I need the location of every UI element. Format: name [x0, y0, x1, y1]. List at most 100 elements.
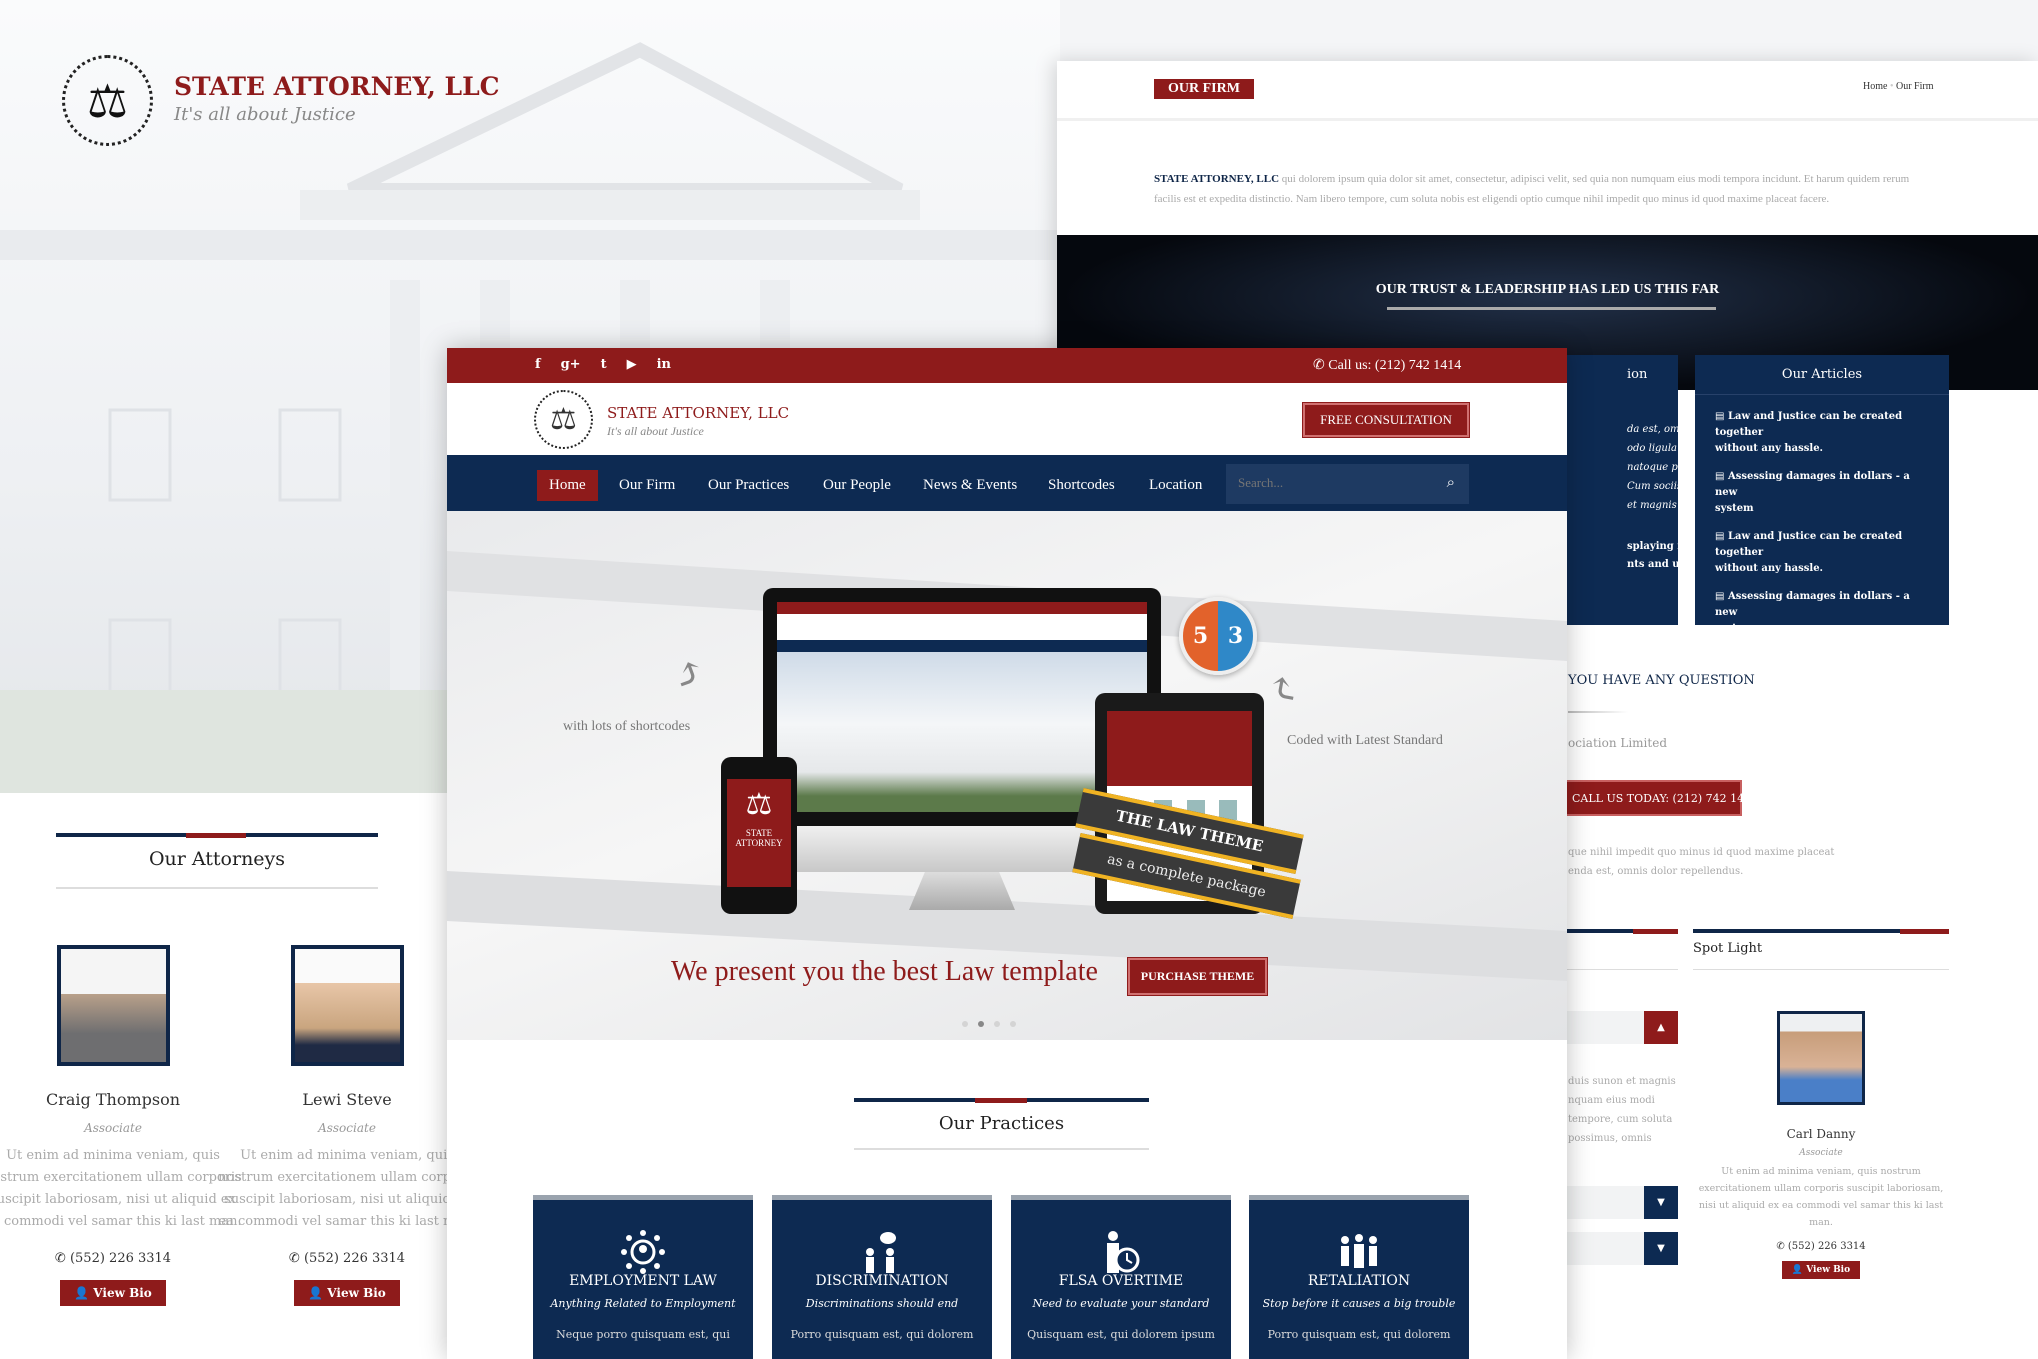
scales-of-justice-icon: ⚖ — [745, 788, 773, 821]
youtube-icon[interactable]: ▶ — [627, 357, 637, 372]
practice-title: EMPLOYMENT LAW — [569, 1273, 717, 1289]
group-people-icon — [1341, 1234, 1377, 1268]
attorney-photo — [56, 945, 170, 1066]
purchase-theme-button[interactable]: PURCHASE THEME — [1127, 957, 1268, 996]
google-plus-icon[interactable]: g+ — [561, 357, 581, 372]
slider-dot[interactable] — [962, 1021, 968, 1027]
intro-paragraph: STATE ATTORNEY, LLC qui dolorem ipsum qu… — [1154, 173, 1910, 205]
nav-our-practices[interactable]: Our Practices — [696, 470, 801, 501]
accordion-content: duis sunon et magnis nquam eius modi tempo… — [1568, 1076, 1676, 1144]
shortcodes-caption: with lots of shortcodes — [563, 719, 691, 734]
attorney-role: Associate — [318, 1121, 376, 1135]
mission-card-title: ion — [1627, 367, 1648, 382]
phone-mockup: ⚖ STATE ATTORNEY — [721, 757, 797, 914]
nav-our-firm[interactable]: Our Firm — [607, 470, 687, 501]
person-clock-icon — [1107, 1231, 1140, 1273]
hero-headline: We present you the best Law template — [671, 956, 1098, 987]
linkedin-icon[interactable]: in — [657, 357, 671, 372]
practice-body: Porro quisquam est, qui dolorem — [1267, 1328, 1451, 1341]
widget-title-divider — [1693, 969, 1949, 970]
document-icon: ▤ — [1715, 411, 1728, 422]
section-divider — [854, 1098, 1149, 1103]
caret-up-icon[interactable]: ▲ — [1644, 1011, 1678, 1044]
breadcrumb-current: Our Firm — [1895, 81, 1934, 92]
article-link[interactable]: ▤ Assessing damages in dollars - a new sy… — [1715, 469, 1929, 517]
attorney-bio: Ut enim ad minima veniam, quis nostrum ex… — [218, 1148, 447, 1229]
page-title-badge: OUR FIRM — [1154, 79, 1254, 99]
search-box[interactable]: ⌕ — [1226, 464, 1469, 504]
practice-subtitle: Stop before it causes a big trouble — [1262, 1297, 1456, 1310]
attorney-photo — [290, 945, 404, 1066]
slider-dot[interactable] — [978, 1021, 984, 1027]
scales-of-justice-icon: ⚖ — [62, 55, 153, 146]
header-divider — [1057, 118, 2038, 121]
practice-card-retaliation[interactable]: RETALIATION Stop before it causes a big … — [1249, 1195, 1469, 1359]
attorney-card: Lewi Steve Associate Ut enim ad minima v… — [207, 945, 447, 1306]
question-title: YOU HAVE ANY QUESTION — [1568, 673, 1755, 688]
articles-card: Our Articles ▤ Law and Justice can be cr… — [1695, 355, 1949, 634]
view-bio-button[interactable]: 👤 View Bio — [1781, 1261, 1861, 1279]
main-nav: Home Our Firm Our Practices Our People N… — [447, 455, 1567, 511]
attorney-name: Lewi Steve — [302, 1090, 392, 1109]
spotlight-photo — [1777, 1011, 1865, 1105]
caret-down-icon[interactable]: ▼ — [1644, 1186, 1678, 1219]
search-input[interactable] — [1226, 464, 1426, 502]
practice-card-discrimination[interactable]: DISCRIMINATION Discriminations should en… — [772, 1195, 992, 1359]
brand-tagline: It's all about Justice — [607, 424, 704, 438]
section-divider-dots — [854, 1148, 1149, 1150]
standards-caption: Coded with Latest Standard — [1287, 733, 1443, 748]
nav-home[interactable]: Home — [537, 470, 598, 501]
slider-dot[interactable] — [994, 1021, 1000, 1027]
article-link[interactable]: ▤ Law and Justice can be created togethe… — [1715, 529, 1929, 577]
scales-of-justice-icon: ⚖ — [534, 390, 593, 449]
phone-screen-text: STATE — [745, 828, 773, 838]
article-link[interactable]: ▤ Law and Justice can be created togethe… — [1715, 409, 1929, 457]
practice-title: FLSA OVERTIME — [1058, 1273, 1184, 1289]
user-icon: 👤 — [308, 1286, 328, 1300]
practice-body: Neque porro quisquam est, qui — [556, 1328, 730, 1341]
nav-location[interactable]: Location — [1137, 470, 1214, 501]
home-page-front: f g+ t ▶ in ✆ Call us: (212) 742 1414 ⚖ … — [447, 348, 1567, 1359]
social-links: f g+ t ▶ in — [535, 357, 671, 372]
user-icon: 👤 — [1791, 1265, 1807, 1275]
call-us-today-button[interactable]: CALL US TODAY: (212) 742 1414 — [1562, 780, 1758, 816]
nav-our-people[interactable]: Our People — [811, 470, 903, 501]
document-icon: ▤ — [1715, 591, 1728, 602]
facebook-icon[interactable]: f — [535, 357, 541, 372]
breadcrumb: Home • Our Firm — [1863, 81, 1934, 92]
article-link[interactable]: ▤ Assessing damages in dollars - a new sy… — [1715, 589, 1929, 637]
attorney-list: Craig Thompson Associate Ut enim ad mini… — [0, 793, 447, 1359]
nav-shortcodes[interactable]: Shortcodes — [1036, 470, 1127, 501]
practice-card-employment-law[interactable]: EMPLOYMENT LAW Anything Related to Emplo… — [533, 1195, 753, 1359]
free-consultation-button[interactable]: FREE CONSULTATION — [1302, 402, 1470, 438]
practice-body: Quisquam est, qui dolorem ipsum — [1027, 1328, 1215, 1341]
hero-slider: with lots of shortcodes ⤴ Coded with Lat… — [447, 511, 1567, 1040]
practice-body: Porro quisquam est, qui dolorem — [790, 1328, 974, 1341]
brand-tagline: It's all about Justice — [174, 104, 356, 125]
spotlight-bio: Ut enim ad minima veniam, quis nostrum ex… — [1698, 1166, 1944, 1228]
document-icon: ▤ — [1715, 471, 1728, 482]
html5-css3-badge-icon: 53 — [1179, 597, 1257, 675]
attorney-phone: ✆ (552) 226 3314 — [288, 1251, 406, 1266]
breadcrumb-home[interactable]: Home — [1863, 81, 1887, 92]
brand-name: STATE ATTORNEY, LLC — [174, 72, 500, 101]
twitter-icon[interactable]: t — [601, 357, 607, 372]
user-icon: 👤 — [74, 1286, 94, 1300]
network-person-icon — [621, 1230, 665, 1274]
phone-icon: ✆ — [54, 1251, 70, 1266]
practice-title: DISCRIMINATION — [815, 1273, 949, 1289]
search-icon[interactable]: ⌕ — [1447, 473, 1455, 491]
banner-underline — [1387, 307, 1716, 310]
slider-dot[interactable] — [1010, 1021, 1016, 1027]
caret-down-icon[interactable]: ▼ — [1644, 1232, 1678, 1265]
question-divider — [1568, 711, 1628, 713]
spotlight-role: Associate — [1799, 1148, 1843, 1158]
view-bio-button[interactable]: 👤 View Bio — [60, 1280, 166, 1306]
practice-card-flsa-overtime[interactable]: FLSA OVERTIME Need to evaluate your stan… — [1011, 1195, 1231, 1359]
nav-news-events[interactable]: News & Events — [911, 470, 1029, 501]
view-bio-button[interactable]: 👤 View Bio — [294, 1280, 400, 1306]
practice-subtitle: Need to evaluate your standard — [1032, 1297, 1210, 1310]
banner-title: OUR TRUST & LEADERSHIP HAS LED US THIS F… — [1375, 282, 1720, 297]
articles-title: Our Articles — [1695, 355, 1949, 395]
monitor-stand — [909, 872, 1015, 910]
